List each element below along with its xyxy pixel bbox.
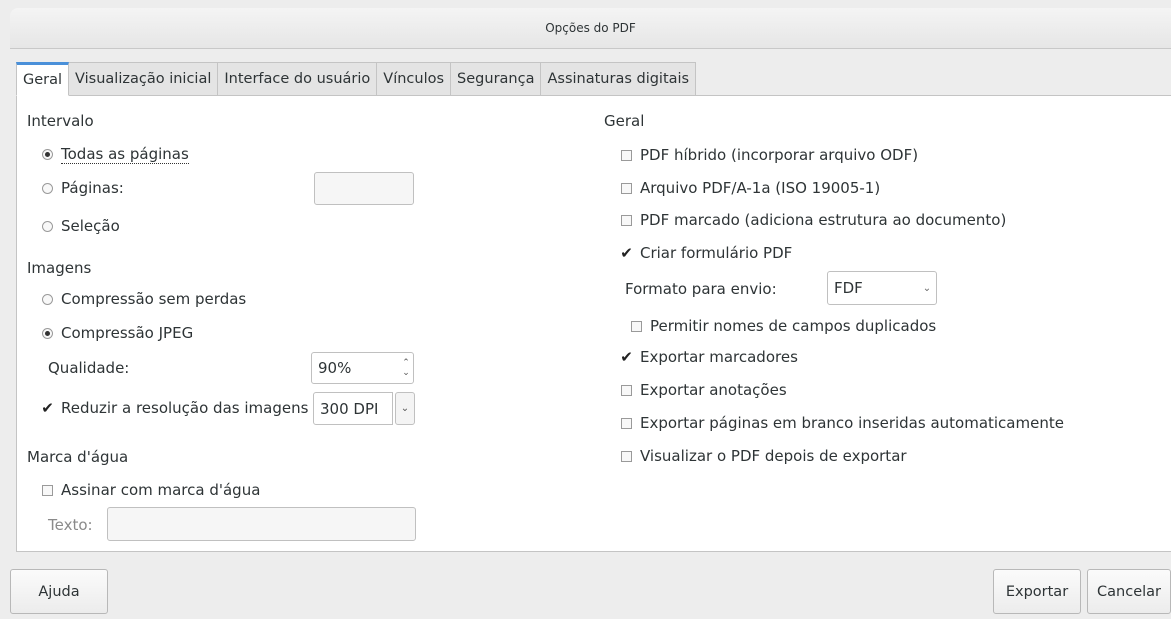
spin-down-icon[interactable]: ⌄ xyxy=(402,368,410,378)
pages-label: Páginas: xyxy=(61,179,124,197)
reduce-resolution-label: Reduzir a resolução das imagens xyxy=(61,399,309,417)
selection-radio[interactable]: Seleção xyxy=(42,217,120,235)
checkbox-indicator xyxy=(42,484,53,496)
export-button[interactable]: Exportar xyxy=(993,569,1081,614)
radio-indicator xyxy=(42,327,53,339)
hybrid-pdf-checkbox[interactable]: PDF híbrido (incorporar arquivo ODF) xyxy=(621,146,918,164)
spin-arrows[interactable]: ⌃ ⌄ xyxy=(399,358,413,378)
view-after-export-label: Visualizar o PDF depois de exportar xyxy=(640,447,907,465)
create-form-checkbox[interactable]: ✔ Criar formulário PDF xyxy=(620,243,793,262)
hybrid-pdf-label: PDF híbrido (incorporar arquivo ODF) xyxy=(640,146,919,164)
watermark-text-label: Texto: xyxy=(48,516,93,534)
range-heading: Intervalo xyxy=(27,112,94,130)
checkbox-indicator xyxy=(621,384,632,396)
tab-visualizacao-inicial[interactable]: Visualização inicial xyxy=(69,62,219,96)
help-button[interactable]: Ajuda xyxy=(10,569,108,614)
all-pages-label: Todas as páginas xyxy=(61,145,189,164)
tab-geral[interactable]: Geral xyxy=(16,62,70,96)
general-tab-panel: Intervalo Todas as páginas Páginas: Sele… xyxy=(16,95,1171,552)
export-comments-label: Exportar anotações xyxy=(640,381,787,399)
submit-format-value: FDF xyxy=(834,279,863,297)
jpeg-label: Compressão JPEG xyxy=(61,324,194,342)
archive-pdf-label: Arquivo PDF/A-1a (ISO 19005-1) xyxy=(640,179,881,197)
cancel-button[interactable]: Cancelar xyxy=(1087,569,1171,614)
export-blank-pages-label: Exportar páginas em branco inseridas aut… xyxy=(640,414,1064,432)
quality-value: 90% xyxy=(318,359,352,377)
checkbox-indicator xyxy=(621,214,632,226)
tagged-pdf-checkbox[interactable]: PDF marcado (adiciona estrutura ao docum… xyxy=(621,211,1006,229)
quality-spinbox[interactable]: 90% ⌃ ⌄ xyxy=(311,352,414,384)
export-blank-pages-checkbox[interactable]: Exportar páginas em branco inseridas aut… xyxy=(621,414,1064,432)
duplicate-fields-label: Permitir nomes de campos duplicados xyxy=(650,317,937,335)
spin-up-icon[interactable]: ⌃ xyxy=(402,358,410,368)
pages-radio[interactable]: Páginas: xyxy=(42,179,124,197)
resolution-value: 300 DPI xyxy=(320,399,379,418)
radio-indicator xyxy=(42,220,53,232)
submit-format-combo[interactable]: FDF ⌄ xyxy=(827,271,937,305)
export-bookmarks-label: Exportar marcadores xyxy=(640,348,798,366)
submit-format-label: Formato para envio: xyxy=(625,280,777,298)
general-heading: Geral xyxy=(604,112,645,130)
export-bookmarks-checkbox[interactable]: ✔ Exportar marcadores xyxy=(620,347,798,366)
create-form-label: Criar formulário PDF xyxy=(640,244,793,262)
window-title: Opções do PDF xyxy=(545,21,636,35)
window-titlebar: Opções do PDF xyxy=(10,8,1171,49)
tab-seguranca[interactable]: Segurança xyxy=(451,62,542,96)
checkbox-indicator xyxy=(621,450,632,462)
tagged-pdf-label: PDF marcado (adiciona estrutura ao docum… xyxy=(640,211,1007,229)
tab-vinculos[interactable]: Vínculos xyxy=(377,62,452,96)
sign-watermark-label: Assinar com marca d'água xyxy=(61,481,261,499)
watermark-heading: Marca d'água xyxy=(27,448,129,466)
radio-indicator xyxy=(42,293,53,305)
view-after-export-checkbox[interactable]: Visualizar o PDF depois de exportar xyxy=(621,447,907,465)
images-heading: Imagens xyxy=(27,259,92,277)
lossless-radio[interactable]: Compressão sem perdas xyxy=(42,290,246,308)
radio-indicator xyxy=(42,182,53,194)
export-comments-checkbox[interactable]: Exportar anotações xyxy=(621,381,787,399)
archive-pdf-checkbox[interactable]: Arquivo PDF/A-1a (ISO 19005-1) xyxy=(621,179,880,197)
checkmark-icon: ✔ xyxy=(620,243,633,262)
reduce-resolution-checkbox[interactable]: ✔ Reduzir a resolução das imagens xyxy=(41,398,309,417)
checkbox-indicator xyxy=(621,182,632,194)
selection-label: Seleção xyxy=(61,217,120,235)
chevron-down-icon: ⌄ xyxy=(922,282,932,294)
checkmark-icon: ✔ xyxy=(620,347,633,366)
chevron-down-icon: ⌄ xyxy=(400,403,410,414)
duplicate-fields-checkbox[interactable]: Permitir nomes de campos duplicados xyxy=(631,317,936,335)
resolution-dropdown-button[interactable]: ⌄ xyxy=(395,392,415,425)
radio-indicator xyxy=(42,149,53,160)
checkbox-indicator xyxy=(621,149,632,161)
tab-assinaturas-digitais[interactable]: Assinaturas digitais xyxy=(541,62,697,96)
quality-label: Qualidade: xyxy=(48,359,130,377)
sign-watermark-checkbox[interactable]: Assinar com marca d'água xyxy=(42,481,260,499)
checkbox-indicator xyxy=(631,320,642,332)
checkbox-indicator xyxy=(621,417,632,429)
pages-input[interactable] xyxy=(314,172,414,205)
tab-interface-do-usuario[interactable]: Interface do usuário xyxy=(218,62,378,96)
watermark-text-input[interactable] xyxy=(107,507,416,541)
jpeg-radio[interactable]: Compressão JPEG xyxy=(42,324,193,342)
tab-bar: Geral Visualização inicial Interface do … xyxy=(16,62,697,96)
lossless-label: Compressão sem perdas xyxy=(61,290,247,308)
checkmark-icon: ✔ xyxy=(41,398,54,417)
all-pages-radio[interactable]: Todas as páginas xyxy=(42,145,189,164)
resolution-combo[interactable]: 300 DPI xyxy=(313,392,393,425)
